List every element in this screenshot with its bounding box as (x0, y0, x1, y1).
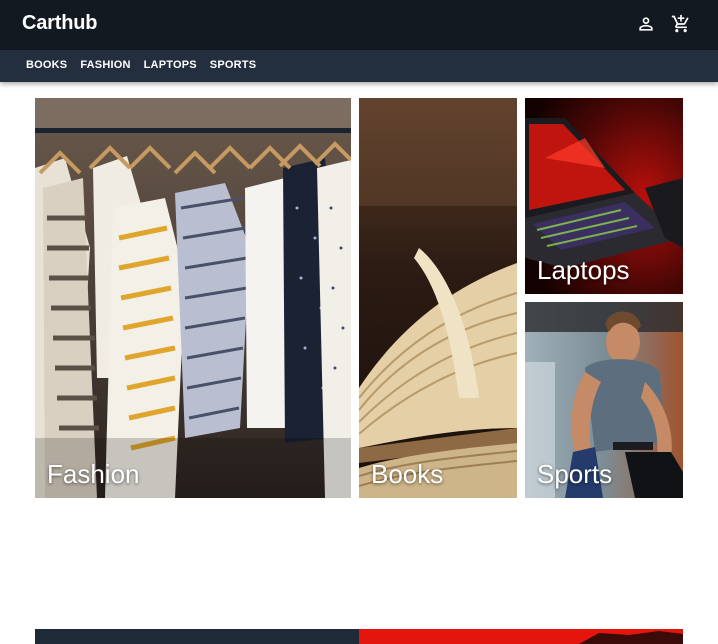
books-image (359, 98, 517, 498)
category-nav: BOOKS FASHION LAPTOPS SPORTS (0, 50, 718, 82)
tile-label-books: Books (371, 459, 444, 489)
top-header: Carthub (0, 0, 718, 50)
nav-item-fashion[interactable]: FASHION (80, 59, 130, 71)
nav-item-books[interactable]: BOOKS (26, 59, 67, 71)
brand-logo[interactable]: Carthub (22, 12, 97, 35)
cart-icon[interactable] (671, 14, 691, 34)
nav-item-sports[interactable]: SPORTS (210, 59, 256, 71)
account-icon[interactable] (636, 14, 656, 34)
category-tile-laptops[interactable]: Laptops (525, 98, 683, 294)
tile-label-fashion: Fashion (47, 459, 140, 489)
tile-label-laptops: Laptops (537, 255, 630, 285)
category-tile-sports[interactable]: Sports (525, 302, 683, 498)
nav-item-laptops[interactable]: LAPTOPS (144, 59, 197, 71)
category-tile-fashion[interactable]: Fashion (35, 98, 351, 498)
promo-banner-right[interactable] (359, 629, 683, 644)
promo-banner-left[interactable] (35, 629, 359, 644)
banner-texture (579, 631, 683, 644)
category-tile-books[interactable]: Books (359, 98, 517, 498)
tile-label-sports: Sports (537, 459, 613, 489)
fashion-image (35, 98, 351, 498)
